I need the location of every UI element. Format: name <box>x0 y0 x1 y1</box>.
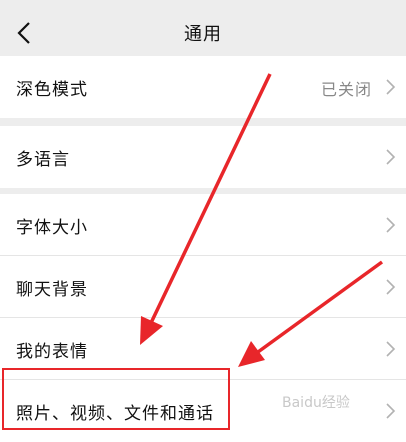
chevron-right-icon <box>386 149 396 165</box>
page-title: 通用 <box>184 24 222 45</box>
row-value: 已关闭 <box>320 80 372 99</box>
chevron-right-icon <box>386 341 396 357</box>
watermark: Baidu经验 <box>282 395 350 411</box>
settings-group-language: 多语言 <box>0 126 406 188</box>
row-label: 字体大小 <box>16 218 88 238</box>
row-label: 我的表情 <box>16 342 88 362</box>
chevron-right-icon <box>386 279 396 295</box>
row-label: 多语言 <box>16 150 70 170</box>
row-font-size[interactable]: 字体大小 <box>0 194 406 256</box>
row-label: 深色模式 <box>16 80 88 100</box>
chevron-right-icon <box>386 79 396 95</box>
chevron-right-icon <box>386 403 396 419</box>
row-dark-mode[interactable]: 深色模式 已关闭 <box>0 56 406 118</box>
chevron-right-icon <box>386 217 396 233</box>
row-language[interactable]: 多语言 <box>0 126 406 188</box>
row-chat-background[interactable]: 聊天背景 <box>0 256 406 318</box>
highlight-box <box>2 368 230 430</box>
settings-group-display: 深色模式 已关闭 <box>0 56 406 118</box>
row-label: 聊天背景 <box>16 280 88 300</box>
